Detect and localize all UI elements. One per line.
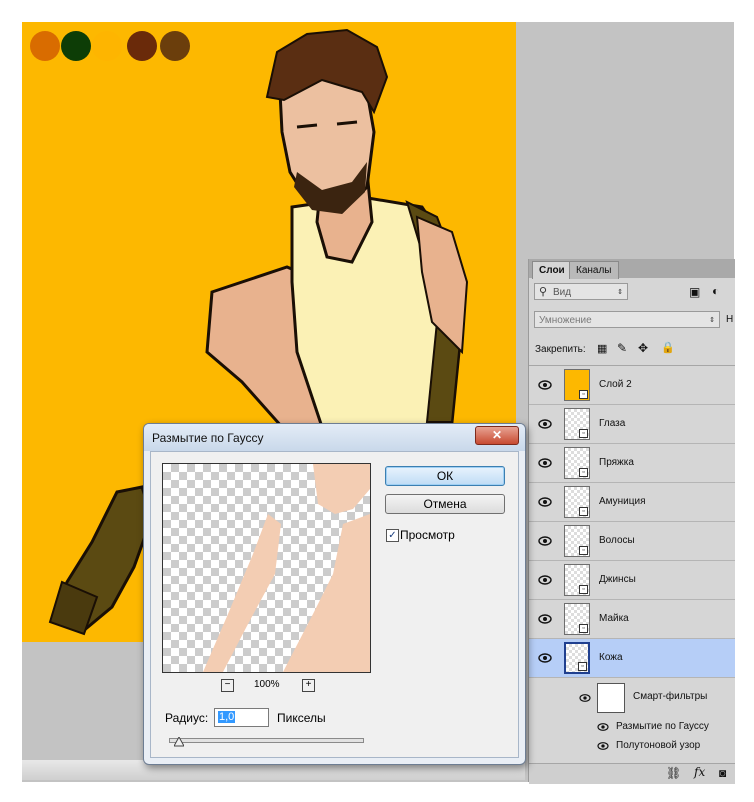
layer-name: Джинсы xyxy=(599,574,636,585)
layer-filter-label: Вид xyxy=(553,287,572,298)
layer-row[interactable]: ▫ Волосы xyxy=(529,522,735,561)
smart-object-icon: ▫ xyxy=(578,662,587,671)
layer-thumbnail: ▫ xyxy=(564,525,590,557)
layer-name: Кожа xyxy=(599,652,623,663)
dialog-titlebar[interactable]: Размытие по Гауссу ✕ xyxy=(144,424,525,451)
layer-name: Глаза xyxy=(599,418,626,429)
lock-all-icon[interactable]: 🔒 xyxy=(661,341,675,354)
layer-row[interactable]: ▫ Слой 2 xyxy=(529,366,735,405)
radius-input[interactable]: 1,0 xyxy=(214,708,269,727)
image-filter-icon[interactable]: ▣ xyxy=(689,285,700,299)
layer-thumbnail: ▫ xyxy=(564,603,590,635)
eye-icon[interactable] xyxy=(538,652,552,664)
tab-layers[interactable]: Слои xyxy=(532,261,572,279)
close-button[interactable]: ✕ xyxy=(475,426,519,445)
layer-row[interactable]: ▫ Майка xyxy=(529,600,735,639)
opacity-label: Н xyxy=(726,314,734,325)
updown-icon: ⇕ xyxy=(617,289,623,296)
lock-transparency-icon[interactable]: ▦ xyxy=(597,342,607,355)
eye-icon[interactable] xyxy=(538,574,552,586)
add-mask-icon[interactable]: ◙ xyxy=(719,766,726,780)
layer-thumbnail: ▫ xyxy=(564,564,590,596)
smart-object-icon: ▫ xyxy=(579,507,588,516)
zoom-in-button[interactable]: + xyxy=(302,679,315,692)
plus-icon: + xyxy=(305,679,312,690)
zoom-level: 100% xyxy=(254,679,280,690)
layer-row[interactable]: ▫ Амуниция xyxy=(529,483,735,522)
layer-name: Волосы xyxy=(599,535,635,546)
eye-icon[interactable] xyxy=(538,457,552,469)
cancel-button[interactable]: Отмена xyxy=(385,494,505,514)
filter-name: Размытие по Гауссу xyxy=(616,721,709,732)
radius-unit: Пикселы xyxy=(277,711,326,725)
eye-icon[interactable] xyxy=(538,379,552,391)
layer-name: Майка xyxy=(599,613,629,624)
smart-object-icon: ▫ xyxy=(579,390,588,399)
layer-name: Амуниция xyxy=(599,496,646,507)
updown-icon: ⇕ xyxy=(709,317,715,324)
smart-object-icon: ▫ xyxy=(579,429,588,438)
panel-tabbar: Слои Каналы xyxy=(529,259,735,279)
eye-icon[interactable] xyxy=(538,535,552,547)
layers-bottom-toolbar: ⛓ fx ◙ xyxy=(529,763,735,784)
adjustment-filter-icon[interactable]: ◐ xyxy=(712,284,719,298)
layer-row[interactable]: ▫ Пряжка xyxy=(529,444,735,483)
radius-label: Радиус: xyxy=(165,711,209,725)
layer-row[interactable]: ▫ Глаза xyxy=(529,405,735,444)
layer-thumbnail: ▫ xyxy=(564,642,590,674)
link-layers-icon[interactable]: ⛓ xyxy=(666,766,681,780)
filter-mask-thumbnail[interactable] xyxy=(597,683,625,713)
layer-thumbnail: ▫ xyxy=(564,369,590,401)
blend-mode-select[interactable]: Умножение ⇕ xyxy=(534,311,720,328)
layer-thumbnail: ▫ xyxy=(564,486,590,518)
lock-brush-icon[interactable]: ✎ xyxy=(617,341,627,355)
layer-thumbnail: ▫ xyxy=(564,408,590,440)
radius-slider-thumb[interactable] xyxy=(172,734,185,747)
smart-object-icon: ▫ xyxy=(579,624,588,633)
preview-checkbox[interactable]: ✓ xyxy=(386,529,399,542)
layer-row[interactable]: ▫ Джинсы xyxy=(529,561,735,600)
layer-filter-select[interactable]: ⚲ Вид ⇕ xyxy=(534,283,628,300)
minus-icon: − xyxy=(224,679,231,690)
zoom-out-button[interactable]: − xyxy=(221,679,234,692)
fx-icon[interactable]: fx xyxy=(694,765,705,779)
tab-channels[interactable]: Каналы xyxy=(569,261,619,279)
eye-icon[interactable] xyxy=(538,418,552,430)
preview-area[interactable] xyxy=(162,463,371,673)
radius-slider-track[interactable] xyxy=(169,738,364,743)
eye-icon[interactable] xyxy=(597,722,609,732)
smart-object-icon: ▫ xyxy=(579,546,588,555)
ok-button[interactable]: ОК xyxy=(385,466,505,486)
layer-name: Пряжка xyxy=(599,457,634,468)
layers-list: ▫ Слой 2 ▫ Глаза ▫ Пряжка ▫ Амуниция ▫ В… xyxy=(529,365,735,784)
layer-name: Слой 2 xyxy=(599,379,632,390)
lock-label: Закрепить: xyxy=(535,344,586,355)
layer-row-selected[interactable]: ▫ Кожа xyxy=(529,639,735,678)
checkmark-icon: ✓ xyxy=(388,530,397,541)
filter-name: Полутоновой узор xyxy=(616,740,701,751)
eye-icon[interactable] xyxy=(538,496,552,508)
smart-filters-row[interactable]: Смарт-фильтры xyxy=(529,678,735,718)
lock-move-icon[interactable]: ✥ xyxy=(638,341,648,355)
blend-mode-value: Умножение xyxy=(539,315,592,326)
layer-thumbnail: ▫ xyxy=(564,447,590,479)
radius-value: 1,0 xyxy=(218,711,236,723)
eye-icon[interactable] xyxy=(538,613,552,625)
close-icon: ✕ xyxy=(491,428,503,442)
dialog-body: − 100% + ОК Отмена ✓ Просмотр Радиус: 1,… xyxy=(150,451,519,758)
filter-row[interactable]: Полутоновой узор xyxy=(529,737,735,756)
smart-object-icon: ▫ xyxy=(579,585,588,594)
preview-skin-shapes xyxy=(203,464,370,672)
gaussian-blur-dialog: Размытие по Гауссу ✕ − 100% + ОК Отмена … xyxy=(143,423,526,765)
preview-label: Просмотр xyxy=(400,528,455,542)
eye-icon[interactable] xyxy=(597,741,609,751)
layers-panel: Слои Каналы ⚲ Вид ⇕ ▣ ◐ Умножение ⇕ Н За… xyxy=(528,259,735,784)
dialog-title: Размытие по Гауссу xyxy=(152,431,264,445)
search-icon: ⚲ xyxy=(539,286,548,298)
smart-filters-label: Смарт-фильтры xyxy=(633,691,708,702)
smart-object-icon: ▫ xyxy=(579,468,588,477)
eye-icon[interactable] xyxy=(579,693,591,703)
filter-row[interactable]: Размытие по Гауссу xyxy=(529,718,735,737)
